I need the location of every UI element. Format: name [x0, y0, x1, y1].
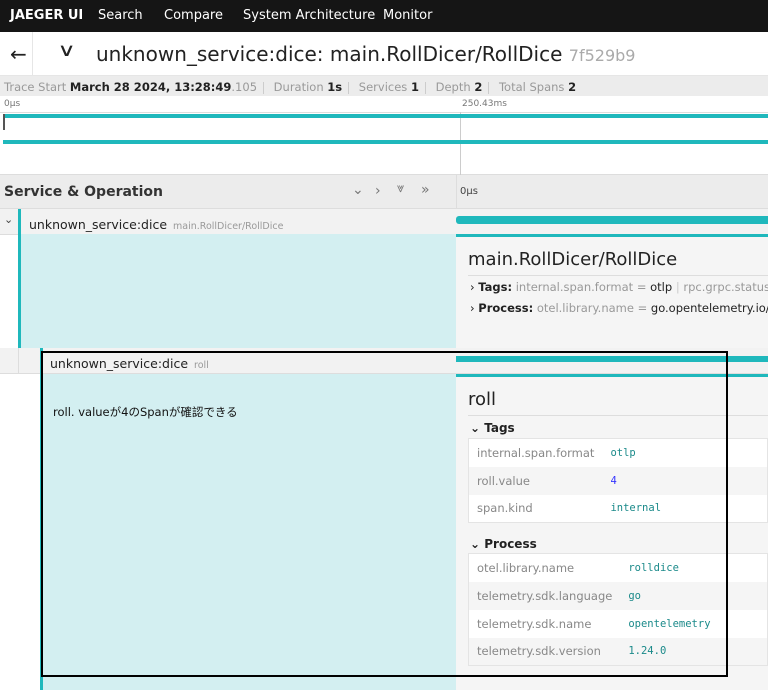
span-detail-title: main.RollDicer/RollDice: [468, 249, 678, 270]
minimap[interactable]: 0µs 250.43ms: [0, 96, 768, 175]
trace-summary: Trace Start March 28 2024, 13:28:49.105 …: [0, 76, 768, 96]
top-nav: JAEGER UI Search Compare System Architec…: [0, 0, 768, 32]
span-toggle-chevron-icon[interactable]: ⌄: [4, 213, 13, 226]
back-arrow-icon[interactable]: ←: [10, 42, 27, 66]
expand-one-icon[interactable]: ›: [375, 183, 381, 199]
column-title: Service & Operation: [4, 184, 164, 200]
annotation-text: roll. valueが4のSpanが確認できる: [53, 405, 238, 419]
span-operation-name: main.RollDicer/RollDice: [173, 221, 284, 232]
timeline-tick: 0µs: [460, 186, 478, 197]
minimap-tick: 0µs: [4, 99, 21, 109]
minimap-span-bar: [3, 114, 768, 118]
trace-id: 7f529b9: [568, 46, 636, 65]
column-header: Service & Operation ⌄ › ⩔ » 0µs: [0, 175, 768, 209]
tags-summary[interactable]: › Tags: internal.span.format = otlp | rp…: [470, 280, 768, 294]
nav-compare[interactable]: Compare: [164, 8, 223, 23]
process-summary[interactable]: › Process: otel.library.name = go.opente…: [470, 301, 768, 315]
expand-all-icon[interactable]: »: [421, 182, 430, 198]
span-detail-left: [21, 234, 456, 348]
page-title: unknown_service:dice: main.RollDicer/Rol…: [96, 42, 636, 66]
minimap-tick: 250.43ms: [462, 99, 507, 109]
annotation-box: [41, 351, 728, 677]
collapse-chevron-icon[interactable]: ∨: [57, 40, 75, 61]
span-detail-1: main.RollDicer/RollDice › Tags: internal…: [456, 234, 768, 348]
trace-header: ← ∨ unknown_service:dice: main.RollDicer…: [0, 32, 768, 76]
minimap-handle[interactable]: [3, 114, 5, 130]
nav-system-architecture[interactable]: System Architecture: [243, 8, 375, 23]
span-service-name: unknown_service:dice: [29, 217, 168, 232]
minimap-span-bar: [3, 140, 768, 144]
span-bar[interactable]: [456, 216, 768, 224]
nav-monitor[interactable]: Monitor: [383, 8, 432, 23]
nav-search[interactable]: Search: [98, 8, 143, 23]
collapse-all-icon[interactable]: ⩔: [397, 181, 404, 196]
brand-logo[interactable]: JAEGER UI: [10, 8, 83, 23]
collapse-one-icon[interactable]: ⌄: [352, 182, 364, 198]
span-row[interactable]: ⌄ unknown_service:dice main.RollDicer/Rol…: [0, 209, 768, 235]
